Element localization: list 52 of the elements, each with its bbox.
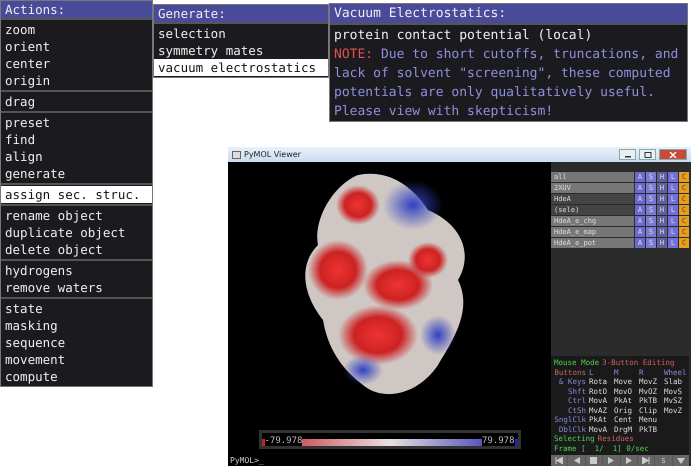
app-icon [232, 150, 241, 158]
maximize-button[interactable] [639, 149, 656, 160]
playback-button[interactable] [568, 455, 585, 466]
close-icon [669, 152, 677, 158]
maximize-icon [644, 152, 652, 158]
menu-item[interactable]: origin [1, 72, 152, 89]
menu-item[interactable]: remove waters [1, 279, 152, 296]
menu-item[interactable]: center [1, 55, 152, 72]
menu-item[interactable]: duplicate object [1, 224, 152, 241]
menu-item[interactable]: sequence [1, 334, 152, 351]
menu-item[interactable]: preset [1, 114, 152, 131]
menu-title: Vacuum Electrostatics: [330, 4, 687, 23]
stop-icon [590, 457, 598, 464]
menu-item[interactable]: hydrogens [1, 262, 152, 279]
menu-item[interactable]: movement [1, 351, 152, 368]
caret-down-icon [676, 458, 685, 464]
playback-button[interactable] [638, 455, 654, 466]
menu-item[interactable]: generate [1, 165, 152, 182]
menu-title: Generate: [154, 5, 328, 22]
playback-button[interactable] [603, 455, 620, 466]
menu-item[interactable]: assign sec. struc. [1, 186, 152, 203]
menu-item[interactable]: orient [1, 38, 152, 55]
menu-item[interactable]: align [1, 148, 152, 165]
menu-item[interactable]: state [1, 300, 152, 317]
minimize-button[interactable] [619, 149, 636, 160]
playback-button[interactable] [551, 455, 568, 466]
scale-min-label: -79.978 [264, 436, 302, 446]
play-icon [608, 457, 614, 464]
menu-title: Actions: [1, 1, 152, 18]
menu-item[interactable]: find [1, 131, 152, 148]
menu-item[interactable]: symmetry mates [154, 42, 328, 59]
scale-max-label: 79.978 [482, 436, 514, 446]
note-text: NOTE: Due to short cutoffs, truncations, and lack of solvent "screening", these computed potentials are only qualitatively useful. Please view with skepticism! [333, 46, 680, 121]
menu-item[interactable]: zoom [1, 21, 152, 38]
menu-item[interactable]: vacuum electrostatics [154, 59, 328, 76]
menu-item[interactable]: compute [1, 368, 152, 385]
menu-item[interactable]: selection [154, 25, 328, 42]
playback-button[interactable] [586, 455, 602, 466]
close-button[interactable] [659, 149, 687, 160]
step-back-icon [574, 457, 580, 464]
menu-item[interactable]: drag [1, 93, 152, 110]
menu-item[interactable]: protein contact potential (local) [330, 26, 687, 45]
skip-back-icon [555, 457, 564, 464]
skip-forward-icon [642, 457, 650, 464]
menu-item[interactable]: masking [1, 317, 152, 334]
command-line[interactable]: PyMOL>_ [228, 455, 551, 466]
menu-item[interactable]: rename object [1, 207, 152, 224]
step-forward-icon [626, 457, 632, 464]
window-title: PyMOL Viewer [244, 150, 301, 159]
menu-item[interactable]: delete object [1, 241, 152, 258]
playback-button[interactable] [672, 455, 689, 466]
playback-button[interactable] [620, 455, 637, 466]
